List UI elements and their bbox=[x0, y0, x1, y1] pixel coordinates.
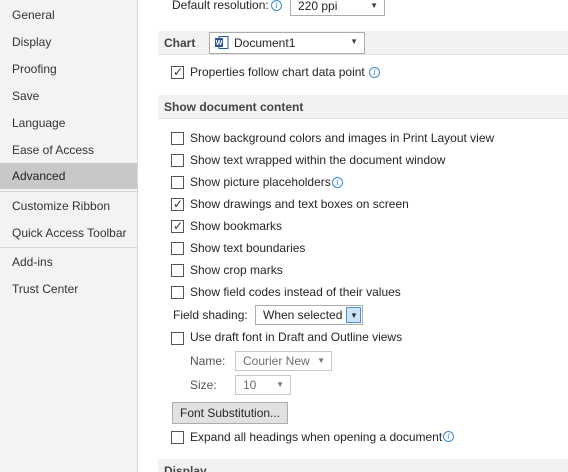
show-crop-marks-label: Show crop marks bbox=[190, 263, 283, 277]
chevron-down-icon: ▼ bbox=[350, 37, 358, 46]
font-name-value: Courier New bbox=[243, 354, 310, 368]
properties-follow-checkbox[interactable]: ✓ bbox=[171, 65, 184, 79]
word-document-icon: W bbox=[215, 36, 229, 49]
show-bookmarks-label: Show bookmarks bbox=[190, 219, 283, 233]
advanced-options-panel: Default resolution: i 220 ppi ▼ Chart W … bbox=[139, 0, 568, 472]
show-crop-marks-checkbox[interactable] bbox=[171, 264, 184, 277]
use-draft-font-checkbox[interactable] bbox=[171, 332, 184, 345]
chart-document-dropdown[interactable]: W Document1 ▼ bbox=[209, 32, 365, 54]
show-text-wrapped-checkbox[interactable] bbox=[171, 154, 184, 167]
sidebar-divider bbox=[0, 191, 137, 192]
default-resolution-label: Default resolution: bbox=[172, 0, 269, 12]
field-shading-label: Field shading: bbox=[173, 308, 248, 322]
show-bookmarks-checkbox[interactable]: ✓ bbox=[171, 219, 184, 233]
default-resolution-value: 220 ppi bbox=[298, 0, 338, 13]
show-document-content-header: Show document content bbox=[158, 95, 568, 119]
chevron-down-icon: ▼ bbox=[370, 1, 378, 10]
info-icon: i bbox=[271, 0, 282, 11]
font-name-dropdown[interactable]: Courier New ▼ bbox=[235, 351, 332, 371]
check-icon: ✓ bbox=[173, 219, 184, 233]
svg-text:W: W bbox=[216, 40, 223, 47]
sidebar-item-ease-of-access[interactable]: Ease of Access bbox=[0, 137, 137, 163]
use-draft-font-label: Use draft font in Draft and Outline view… bbox=[190, 330, 403, 344]
sidebar-item-add-ins[interactable]: Add-ins bbox=[0, 249, 137, 275]
show-drawings-label: Show drawings and text boxes on screen bbox=[190, 197, 409, 211]
font-name-label: Name: bbox=[190, 354, 226, 368]
sidebar-item-quick-access-toolbar[interactable]: Quick Access Toolbar bbox=[0, 220, 137, 246]
check-icon: ✓ bbox=[173, 197, 184, 211]
field-shading-dropdown[interactable]: When selected ▼ bbox=[255, 305, 363, 325]
sidebar-item-trust-center[interactable]: Trust Center bbox=[0, 276, 137, 302]
chart-document-value: Document1 bbox=[234, 36, 296, 50]
chart-section-title: Chart bbox=[164, 36, 196, 50]
expand-headings-checkbox[interactable] bbox=[171, 431, 184, 444]
show-drawings-checkbox[interactable]: ✓ bbox=[171, 197, 184, 211]
show-document-content-title: Show document content bbox=[164, 100, 304, 114]
show-text-boundaries-checkbox[interactable] bbox=[171, 242, 184, 255]
info-icon: i bbox=[332, 177, 343, 188]
show-text-wrapped-label: Show text wrapped within the document wi… bbox=[190, 153, 446, 167]
field-shading-value: When selected bbox=[263, 308, 343, 322]
font-size-dropdown[interactable]: 10 ▼ bbox=[235, 375, 291, 395]
options-sidebar: General Display Proofing Save Language E… bbox=[0, 0, 138, 472]
field-shading-dropdown-button[interactable]: ▼ bbox=[346, 307, 361, 323]
sidebar-item-customize-ribbon[interactable]: Customize Ribbon bbox=[0, 193, 137, 219]
info-icon: i bbox=[443, 431, 454, 442]
font-size-label: Size: bbox=[190, 378, 217, 392]
chevron-down-icon: ▼ bbox=[276, 380, 284, 389]
show-background-colors-label: Show background colors and images in Pri… bbox=[190, 131, 495, 145]
show-picture-placeholders-checkbox[interactable] bbox=[171, 176, 184, 189]
sidebar-item-proofing[interactable]: Proofing bbox=[0, 56, 137, 82]
sidebar-divider bbox=[0, 247, 137, 248]
sidebar-item-display[interactable]: Display bbox=[0, 29, 137, 55]
sidebar-item-save[interactable]: Save bbox=[0, 83, 137, 109]
sidebar-item-language[interactable]: Language bbox=[0, 110, 137, 136]
chevron-down-icon: ▼ bbox=[350, 311, 358, 320]
show-text-boundaries-label: Show text boundaries bbox=[190, 241, 306, 255]
show-field-codes-checkbox[interactable] bbox=[171, 286, 184, 299]
sidebar-item-general[interactable]: General bbox=[0, 2, 137, 28]
check-icon: ✓ bbox=[173, 65, 184, 79]
expand-headings-label: Expand all headings when opening a docum… bbox=[190, 430, 443, 444]
font-substitution-button[interactable]: Font Substitution... bbox=[172, 402, 288, 424]
show-picture-placeholders-label: Show picture placeholders bbox=[190, 175, 331, 189]
default-resolution-dropdown[interactable]: 220 ppi ▼ bbox=[290, 0, 385, 16]
font-size-value: 10 bbox=[243, 378, 257, 392]
show-background-colors-checkbox[interactable] bbox=[171, 132, 184, 145]
chevron-down-icon: ▼ bbox=[317, 356, 325, 365]
display-section-header: Display bbox=[158, 459, 568, 472]
sidebar-item-advanced[interactable]: Advanced bbox=[0, 163, 137, 189]
properties-follow-label: Properties follow chart data point bbox=[190, 65, 365, 79]
display-section-title: Display bbox=[164, 464, 207, 472]
info-icon: i bbox=[369, 67, 380, 78]
show-field-codes-label: Show field codes instead of their values bbox=[190, 285, 401, 299]
